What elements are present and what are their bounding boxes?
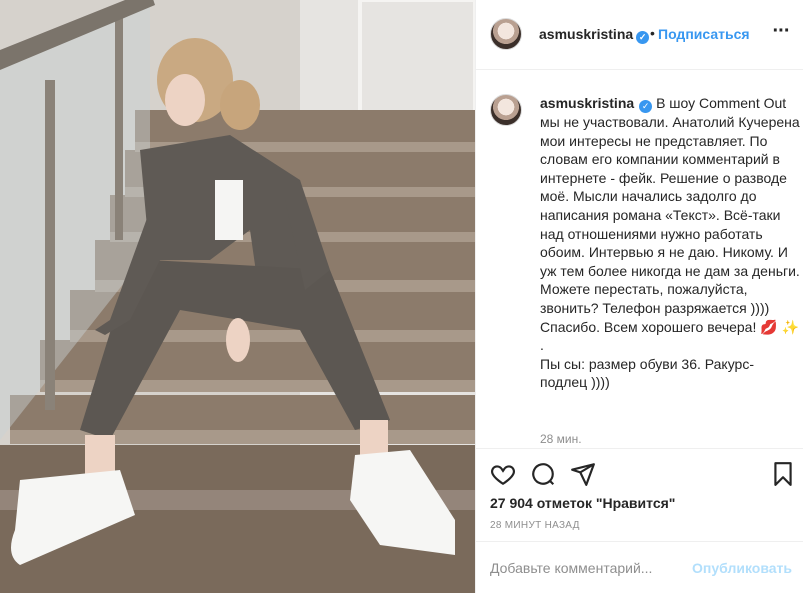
caption-time[interactable]: 28 мин. [540,432,582,446]
verified-icon: ✓ [639,100,653,113]
caption-body: asmuskristina ✓ В шоу Comment Out мы не у… [540,94,800,392]
post-actions: 27 904 отметок "Нравится" 28 МИНУТ НАЗАД… [476,448,803,593]
comment-box: Опубликовать [476,541,803,593]
follow-button[interactable]: Подписаться [658,26,750,42]
post-header: asmuskristina ✓ • Подписаться ··· [476,0,803,70]
post-time[interactable]: 28 МИНУТ НАЗАД [490,520,580,531]
share-icon[interactable] [570,461,596,487]
heart-icon[interactable] [490,461,516,487]
comment-icon[interactable] [530,461,556,487]
caption-username[interactable]: asmuskristina [540,95,634,111]
likes-count[interactable]: 27 904 отметок "Нравится" [490,495,675,511]
publish-button[interactable]: Опубликовать [692,560,792,576]
caption-avatar[interactable] [490,94,522,126]
post-details-panel: asmuskristina ✓ • Подписаться ··· asmuskr… [475,0,803,593]
bookmark-icon[interactable] [770,461,796,487]
more-options-icon[interactable]: ··· [770,21,792,44]
author-username[interactable]: asmuskristina ✓ [539,26,650,44]
photo-illustration [0,0,475,593]
post-photo[interactable] [0,0,475,593]
author-avatar[interactable] [490,18,522,50]
header-separator: • [650,25,655,41]
verified-icon: ✓ [636,31,650,44]
comment-input[interactable] [490,558,690,578]
caption-text: В шоу Comment Out мы не участвовали. Ана… [540,95,800,391]
author-username-text[interactable]: asmuskristina [539,26,633,42]
